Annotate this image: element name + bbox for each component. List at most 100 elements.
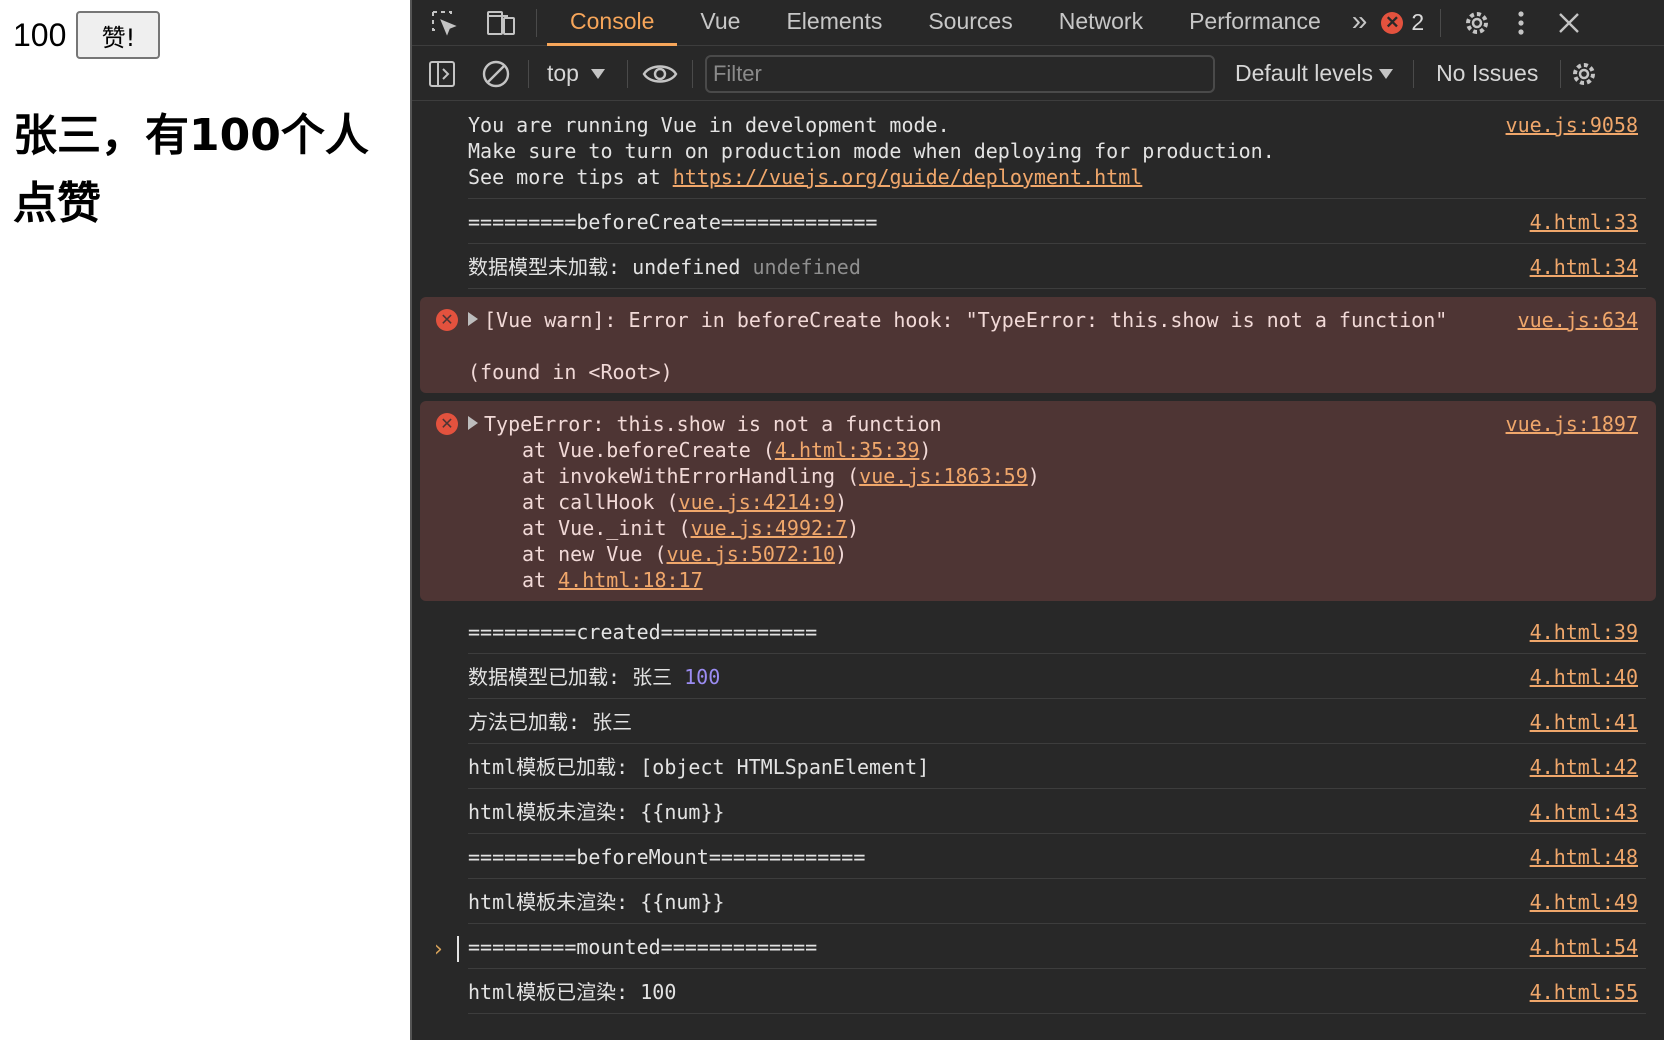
tab-network[interactable]: Network [1036,0,1166,46]
source-link[interactable]: 4.html:54 [1530,934,1638,960]
source-link[interactable]: 4.html:40 [1530,664,1638,690]
console-toolbar: top Default levels No Issues [412,47,1664,101]
stack-frame-link[interactable]: vue.js:5072:10 [667,542,836,566]
log-levels-dropdown[interactable]: Default levels [1215,60,1413,87]
text-caret [456,936,459,962]
message-label: 数据模型未加载: [468,255,633,279]
tab-vue[interactable]: Vue [677,0,763,46]
error-icon: ✕ [436,413,458,435]
console-message: 数据模型未加载: undefined undefined 4.html:34 [468,244,1646,289]
message-text: =========beforeMount============= [468,845,866,869]
message-text: TypeError: this.show is not a function [484,412,942,436]
console-error-message: ✕ TypeError: this.show is not a function… [420,401,1656,601]
console-message: 数据模型已加载: 张三 100 4.html:40 [468,654,1646,699]
stack-frame-link[interactable]: vue.js:1863:59 [859,464,1028,488]
source-link[interactable]: vue.js:634 [1518,307,1638,333]
stack-frame-link[interactable]: 4.html:18:17 [558,568,703,592]
issues-button[interactable]: No Issues [1414,60,1560,87]
message-value: undefined [752,255,861,279]
stack-frame: at Vue.beforeCreate (4.html:35:39) [522,438,932,462]
more-options-icon[interactable] [1497,0,1545,46]
live-expression-eye-icon[interactable] [640,47,680,101]
message-text: 方法已加载: 张三 [468,710,633,734]
console-error-message: ✕ [Vue warn]: Error in beforeCreate hook… [420,297,1656,393]
more-tabs-icon[interactable]: » [1344,0,1376,46]
toolbar-divider [1440,8,1442,37]
source-link[interactable]: 4.html:55 [1530,979,1638,1005]
console-message: =========beforeMount============= 4.html… [468,834,1646,879]
stack-frame-link[interactable]: vue.js:4992:7 [691,516,848,540]
message-text: =========mounted============= [468,935,818,959]
console-message: 方法已加载: 张三 4.html:41 [468,699,1646,744]
docs-link[interactable]: https://vuejs.org/guide/deployment.html [673,165,1143,189]
rendered-page: 100 赞! 张三，有100个人点赞 [0,0,410,1040]
console-message: html模板已加载: [object HTMLSpanElement] 4.ht… [468,744,1646,789]
expand-triangle-icon[interactable] [468,416,478,430]
settings-gear-icon[interactable] [1457,0,1497,46]
log-levels-label: Default levels [1234,60,1374,86]
page-heading: 张三，有100个人点赞 [13,110,369,229]
devtools-panel: Console Vue Elements Sources Network Per… [410,0,1664,1040]
console-prompt[interactable]: › [434,936,459,962]
tab-performance[interactable]: Performance [1166,0,1344,46]
source-link[interactable]: vue.js:1897 [1506,411,1638,437]
close-devtools-icon[interactable] [1545,0,1593,46]
toolbar-divider [528,59,529,88]
message-value: undefined [632,255,741,279]
stack-frame: at new Vue (vue.js:5072:10) [522,542,848,566]
console-message: =========mounted============= 4.html:54 [468,924,1646,969]
tab-sources[interactable]: Sources [905,0,1035,46]
error-icon: ✕ [1381,11,1404,34]
toolbar-divider [626,59,628,88]
error-counter[interactable]: ✕ 2 [1381,9,1424,36]
message-text: (found in <Root>) [468,360,673,384]
source-link[interactable]: 4.html:49 [1530,889,1638,915]
message-text: [Vue warn]: Error in beforeCreate hook: … [484,308,1448,332]
filter-input[interactable] [704,54,1215,93]
chevron-down-icon [590,68,605,79]
console-message: =========beforeCreate============= 4.htm… [468,199,1646,244]
source-link[interactable]: 4.html:48 [1530,844,1638,870]
console-message: =========created============= 4.html:39 [468,609,1646,654]
message-text: html模板未渲染: {{num}} [468,800,725,824]
expand-triangle-icon[interactable] [468,312,478,326]
stack-frame-link[interactable]: vue.js:4214:9 [679,490,836,514]
source-link[interactable]: 4.html:33 [1530,209,1638,235]
console-settings-gear-icon[interactable] [1561,47,1607,101]
console-message: html模板已渲染: 100 4.html:55 [468,969,1646,1014]
message-text: html模板未渲染: {{num}} [468,890,725,914]
message-text: html模板已加载: [object HTMLSpanElement] [468,755,930,779]
device-toolbar-icon[interactable] [476,0,526,46]
inspect-element-icon[interactable] [412,0,476,46]
console-message: You are running Vue in development mode.… [468,102,1646,199]
like-count: 100 [13,16,67,53]
source-link[interactable]: 4.html:43 [1530,799,1638,825]
console-output: You are running Vue in development mode.… [412,102,1664,1040]
message-text: =========beforeCreate============= [468,210,878,234]
like-button[interactable]: 赞! [76,11,161,59]
clear-console-icon[interactable] [472,47,520,101]
toolbar-divider [536,8,537,37]
console-message: html模板未渲染: {{num}} 4.html:49 [468,879,1646,924]
tab-elements[interactable]: Elements [763,0,905,46]
source-link[interactable]: 4.html:39 [1530,619,1638,645]
message-text: html模板已渲染: 100 [468,980,677,1004]
console-message: html模板未渲染: {{num}} 4.html:43 [468,789,1646,834]
source-link[interactable]: vue.js:9058 [1506,112,1638,138]
source-link[interactable]: 4.html:42 [1530,754,1638,780]
source-link[interactable]: 4.html:41 [1530,709,1638,735]
sidebar-toggle-icon[interactable] [412,47,472,101]
context-label: top [547,60,579,86]
message-label: 数据模型已加载: 张三 [468,665,685,689]
message-text: See more tips at [468,165,673,189]
chevron-down-icon [1379,68,1394,79]
tab-console[interactable]: Console [547,0,678,46]
message-text: =========created============= [468,620,818,644]
stack-frame: at callHook (vue.js:4214:9) [522,490,848,514]
context-selector[interactable]: top [537,60,615,87]
prompt-chevron-icon: › [434,936,443,962]
error-icon: ✕ [436,309,458,331]
devtools-tabbar: Console Vue Elements Sources Network Per… [412,0,1664,46]
source-link[interactable]: 4.html:34 [1530,254,1638,280]
stack-frame-link[interactable]: 4.html:35:39 [775,438,920,462]
